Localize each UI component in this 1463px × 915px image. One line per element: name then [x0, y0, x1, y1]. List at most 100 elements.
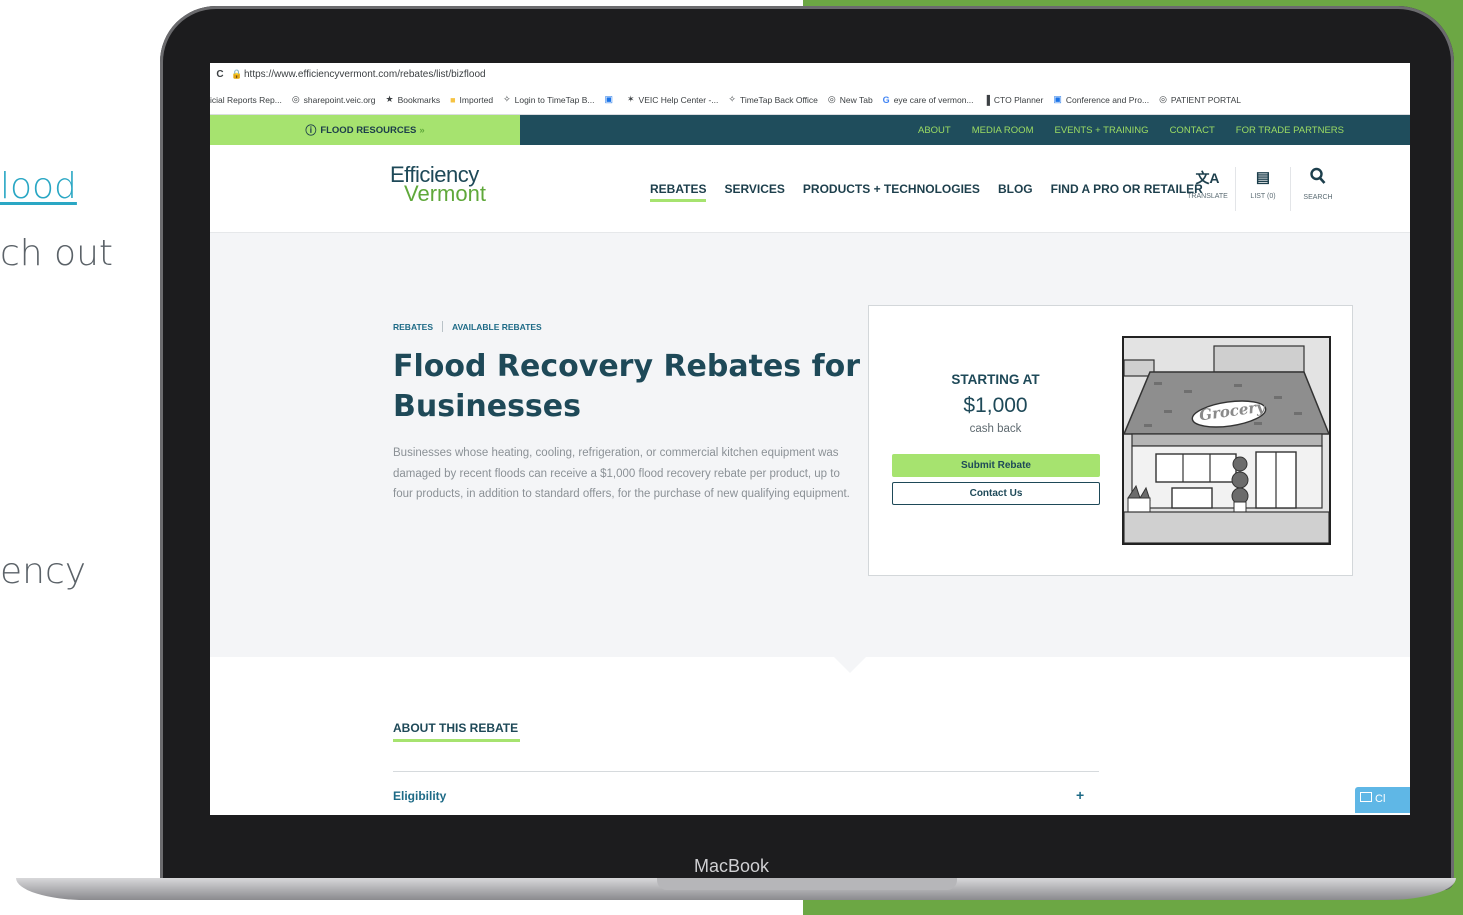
address-bar[interactable]: C 🔒 https://www.efficiencyvermont.com/re…: [210, 63, 1410, 85]
search-button[interactable]: SEARCH: [1290, 167, 1345, 211]
alert-icon: ⓘ: [305, 125, 317, 137]
utility-link-events[interactable]: EVENTS + TRAINING: [1055, 125, 1149, 136]
laptop-notch: [657, 878, 957, 890]
clipboard-icon: ▤: [1255, 169, 1271, 186]
bookmark-item[interactable]: ■ Imported: [450, 95, 493, 105]
bookmark-label: VEIC Help Center -...: [638, 94, 719, 105]
search-icon: [1291, 167, 1345, 190]
utility-link-trade-partners[interactable]: FOR TRADE PARTNERS: [1236, 125, 1344, 136]
nav-item-products[interactable]: PRODUCTS + TECHNOLOGIES: [803, 182, 980, 196]
section-pointer: [833, 656, 867, 673]
bookmark-label: TimeTap Back Office: [739, 94, 818, 105]
breadcrumb-available-rebates[interactable]: AVAILABLE REBATES: [452, 322, 542, 332]
contact-us-button[interactable]: Contact Us: [892, 482, 1100, 505]
flood-resources-label: FLOOD RESOURCES: [320, 124, 417, 136]
bookmark-item[interactable]: ◎ New Tab: [828, 94, 873, 105]
accordion-divider: [393, 771, 1099, 772]
rebate-card: STARTING AT $1,000 cash back Submit Reba…: [868, 305, 1353, 576]
chevron-right-icon: »: [419, 124, 425, 136]
bookmark-item[interactable]: ▐ CTO Planner: [984, 95, 1044, 105]
about-heading[interactable]: ABOUT THIS REBATE: [393, 721, 518, 735]
bookmark-item[interactable]: ★ Bookmarks: [386, 94, 441, 105]
bookmark-label: eye care of vermon...: [893, 94, 974, 105]
search-label: SEARCH: [1303, 194, 1333, 201]
bookmark-label: CTO Planner: [993, 94, 1044, 105]
submit-rebate-button[interactable]: Submit Rebate: [892, 454, 1100, 477]
app-icon: ▣: [604, 94, 613, 104]
expand-icon[interactable]: +: [1076, 787, 1084, 803]
rebate-amount: $1,000: [963, 394, 1028, 417]
bookmark-item[interactable]: icial Reports Rep...: [210, 95, 282, 105]
utility-links: ABOUT MEDIA ROOM EVENTS + TRAINING CONTA…: [897, 115, 1344, 145]
translate-label: TRANSLATE: [1187, 193, 1228, 200]
slide-link-text[interactable]: lood: [0, 166, 77, 207]
timetap-icon: ✧: [728, 94, 736, 104]
main-navigation: Efficiency Vermont REBATES SERVICES PROD…: [210, 145, 1410, 233]
chart-icon: ▐: [983, 94, 990, 105]
chat-label: Cl: [1375, 793, 1386, 805]
utility-link-media-room[interactable]: MEDIA ROOM: [972, 125, 1034, 136]
accordion-eligibility[interactable]: Eligibility: [393, 789, 446, 803]
about-heading-underline: [393, 739, 520, 742]
breadcrumb: REBATES AVAILABLE REBATES: [393, 321, 542, 332]
utility-bar: ⓘ FLOOD RESOURCES » ABOUT MEDIA ROOM EVE…: [210, 115, 1410, 145]
breadcrumb-rebates[interactable]: REBATES: [393, 322, 433, 332]
nav-item-services[interactable]: SERVICES: [724, 182, 784, 196]
grocery-store-illustration: Grocery: [1122, 336, 1331, 545]
lock-icon: 🔒: [231, 68, 243, 79]
globe-icon: ◎: [1159, 94, 1167, 104]
slide-body-text: ch out: [0, 233, 114, 274]
bookmark-label: New Tab: [839, 94, 873, 105]
breadcrumb-separator: [442, 321, 443, 332]
utility-link-contact[interactable]: CONTACT: [1170, 125, 1215, 136]
bookmark-label: sharepoint.veic.org: [303, 94, 376, 105]
translate-button[interactable]: 文A TRANSLATE: [1180, 167, 1235, 211]
laptop-screen: C 🔒 https://www.efficiencyvermont.com/re…: [210, 63, 1410, 815]
bookmark-label: Login to TimeTap B...: [514, 94, 595, 105]
rebate-details: ABOUT THIS REBATE Eligibility + Cl: [210, 656, 1410, 815]
star-icon: ★: [385, 94, 394, 104]
site-logo[interactable]: Efficiency Vermont: [390, 164, 486, 206]
bookmarks-bar: icial Reports Rep... ◎ sharepoint.veic.org…: [210, 85, 1410, 115]
bookmark-item[interactable]: ✧ TimeTap Back Office: [728, 94, 818, 105]
bookmark-label: PATIENT PORTAL: [1170, 94, 1241, 105]
bookmark-item[interactable]: ◎ sharepoint.veic.org: [292, 94, 376, 105]
device-label: MacBook: [693, 856, 770, 876]
bookmark-label: icial Reports Rep...: [210, 94, 282, 105]
presentation-slide: lood ch out ency MacBook C 🔒 https://www…: [0, 0, 1463, 915]
nav-item-rebates[interactable]: REBATES: [650, 182, 707, 202]
nav-links: REBATES SERVICES PRODUCTS + TECHNOLOGIES…: [650, 182, 1221, 202]
utility-link-about[interactable]: ABOUT: [918, 125, 951, 136]
google-icon: G: [882, 94, 890, 105]
globe-icon: ◎: [827, 94, 836, 104]
globe-icon: ◎: [291, 94, 300, 104]
chat-button[interactable]: Cl: [1355, 787, 1410, 813]
bookmark-item[interactable]: Geye care of vermon...: [883, 95, 974, 105]
help-icon: ✶: [627, 94, 635, 104]
nav-item-blog[interactable]: BLOG: [998, 182, 1033, 196]
timetap-icon: ✧: [503, 94, 511, 104]
reload-icon[interactable]: C: [210, 69, 230, 80]
list-label: LIST (0): [1250, 193, 1276, 200]
bookmark-item[interactable]: ◎ PATIENT PORTAL: [1159, 94, 1241, 105]
translate-icon: 文A: [1195, 170, 1220, 186]
bookmark-item[interactable]: ▣ Conference and Pro...: [1053, 94, 1149, 105]
list-button[interactable]: ▤ LIST (0): [1235, 167, 1290, 211]
nav-tools: 文A TRANSLATE ▤ LIST (0) SEARCH: [1180, 167, 1345, 211]
bookmark-item[interactable]: ✧ Login to TimeTap B...: [503, 94, 594, 105]
rebate-amount-note: cash back: [969, 423, 1022, 435]
bookmark-label: Imported: [459, 94, 494, 105]
flood-resources-link[interactable]: ⓘ FLOOD RESOURCES »: [210, 115, 520, 145]
bookmark-item[interactable]: ✶ VEIC Help Center -...: [627, 94, 718, 105]
slide-body-text: ency: [0, 551, 87, 592]
hero-section: REBATES AVAILABLE REBATES Flood Recovery…: [210, 233, 1410, 657]
bookmark-item[interactable]: ▣: [604, 94, 617, 105]
logo-line-2: Vermont: [404, 181, 486, 206]
starting-at-label: STARTING AT: [951, 372, 1040, 387]
page-title: Flood Recovery Rebates for Businesses: [393, 349, 861, 424]
bookmark-label: Conference and Pro...: [1065, 94, 1150, 105]
url-text[interactable]: https://www.efficiencyvermont.com/rebate…: [244, 69, 486, 80]
bookmark-label: Bookmarks: [397, 94, 441, 105]
folder-icon: ■: [450, 94, 456, 105]
app-icon: ▣: [1053, 94, 1062, 104]
